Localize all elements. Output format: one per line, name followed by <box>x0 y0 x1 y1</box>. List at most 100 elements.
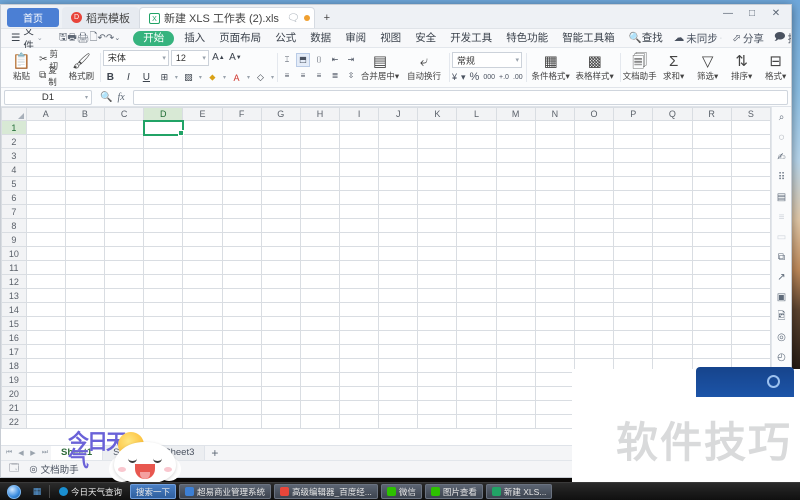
cell-E14[interactable] <box>182 302 223 317</box>
cell-C21[interactable] <box>103 400 145 415</box>
cell-N18[interactable] <box>534 358 575 373</box>
cell-K16[interactable] <box>417 330 458 345</box>
minimize-button[interactable]: — <box>717 6 739 22</box>
column-header-e[interactable]: E <box>182 107 223 121</box>
decrease-indent-icon[interactable]: ⇤ <box>328 53 342 67</box>
paste-button[interactable]: 📋 粘贴 <box>6 49 37 87</box>
cell-E21[interactable] <box>182 400 223 415</box>
cell-P15[interactable] <box>613 316 654 331</box>
menu-item-find[interactable]: 🔍查找 <box>622 30 670 47</box>
cell-M5[interactable] <box>495 176 536 191</box>
cell-N1[interactable] <box>534 120 575 135</box>
cell-A3[interactable] <box>25 148 66 163</box>
cell-S8[interactable] <box>730 218 771 233</box>
cell-N4[interactable] <box>534 162 575 177</box>
tab-xls-document[interactable]: X 新建 XLS 工作表 (2).xls 🗨 <box>139 7 315 28</box>
cell-E12[interactable] <box>182 274 223 289</box>
row-header-7[interactable]: 7 <box>1 204 27 219</box>
cell-I13[interactable] <box>339 288 380 303</box>
cell-B20[interactable] <box>64 386 105 401</box>
increase-font-size-button[interactable]: A ▲ <box>211 50 226 65</box>
column-header-k[interactable]: K <box>417 107 458 121</box>
cell-P13[interactable] <box>613 288 654 303</box>
cell-K10[interactable] <box>417 246 458 261</box>
increase-indent-icon[interactable]: ⇥ <box>344 53 358 67</box>
cell-E2[interactable] <box>182 134 223 149</box>
cell-P10[interactable] <box>613 246 654 261</box>
align-middle-icon[interactable]: ⬒ <box>295 52 310 67</box>
cell-L7[interactable] <box>456 204 497 219</box>
cell-L2[interactable] <box>456 134 497 149</box>
cell-I7[interactable] <box>339 204 380 219</box>
cell-R5[interactable] <box>691 176 732 191</box>
cell-S6[interactable] <box>730 190 771 205</box>
copy-button[interactable]: ⧉ 复制 <box>37 65 66 87</box>
cell-R4[interactable] <box>691 162 732 177</box>
maximize-button[interactable]: □ <box>741 6 763 22</box>
cell-R8[interactable] <box>691 218 732 233</box>
increase-decimal-button[interactable]: +.0 <box>499 74 509 81</box>
cell-H1[interactable] <box>299 120 341 135</box>
cell-L4[interactable] <box>456 162 497 177</box>
cell-C17[interactable] <box>103 344 145 359</box>
cell-A8[interactable] <box>25 218 66 233</box>
cell-D14[interactable] <box>143 302 184 317</box>
cell-H7[interactable] <box>299 204 341 219</box>
first-sheet-button[interactable]: ⏮ <box>3 447 15 460</box>
row-header-14[interactable]: 14 <box>1 302 27 317</box>
menu-item-developer[interactable]: 开发工具 <box>443 30 499 47</box>
cell-J6[interactable] <box>378 190 419 205</box>
cell-A9[interactable] <box>25 232 66 247</box>
cell-E1[interactable] <box>182 120 223 135</box>
currency-icon[interactable]: ¥ <box>452 72 457 82</box>
cell-F17[interactable] <box>221 344 262 359</box>
cell-I2[interactable] <box>339 134 380 149</box>
cell-F21[interactable] <box>221 400 262 415</box>
cell-K2[interactable] <box>417 134 458 149</box>
cell-K1[interactable] <box>417 120 458 135</box>
print-preview-icon[interactable]: 🖶 <box>67 30 76 46</box>
cell-G11[interactable] <box>260 260 301 275</box>
cell-L3[interactable] <box>456 148 497 163</box>
format-button[interactable]: ⊟ 格式▾ <box>759 49 791 87</box>
menu-item-special-features[interactable]: 特色功能 <box>499 30 555 47</box>
cell-C8[interactable] <box>103 218 145 233</box>
cell-C12[interactable] <box>103 274 145 289</box>
cell-B3[interactable] <box>64 148 105 163</box>
cell-P11[interactable] <box>613 260 654 275</box>
cell-G1[interactable] <box>260 120 301 135</box>
history-icon[interactable]: ◴ <box>774 351 789 364</box>
cell-B4[interactable] <box>64 162 105 177</box>
cell-M22[interactable] <box>495 414 536 429</box>
cell-H2[interactable] <box>299 134 341 149</box>
row-header-10[interactable]: 10 <box>1 246 27 261</box>
cell-N12[interactable] <box>534 274 575 289</box>
cell-I22[interactable] <box>339 414 380 429</box>
screenshot-icon[interactable]: ⧉ <box>774 251 789 264</box>
cell-J2[interactable] <box>378 134 419 149</box>
cell-L6[interactable] <box>456 190 497 205</box>
undo-icon[interactable]: ↶ <box>98 30 106 46</box>
cell-J20[interactable] <box>378 386 419 401</box>
cell-N14[interactable] <box>534 302 575 317</box>
cell-I17[interactable] <box>339 344 380 359</box>
cell-K7[interactable] <box>417 204 458 219</box>
align-left-icon[interactable]: ≡ <box>280 69 294 83</box>
cell-A10[interactable] <box>25 246 66 261</box>
cell-S9[interactable] <box>730 232 771 247</box>
cell-Q2[interactable] <box>652 134 693 149</box>
cell-G3[interactable] <box>260 148 301 163</box>
cell-C1[interactable] <box>103 120 145 135</box>
cell-F8[interactable] <box>221 218 262 233</box>
cell-D20[interactable] <box>143 386 184 401</box>
cell-M12[interactable] <box>495 274 536 289</box>
cell-M13[interactable] <box>495 288 536 303</box>
cell-O9[interactable] <box>573 232 615 247</box>
cell-E15[interactable] <box>182 316 223 331</box>
menu-item-review[interactable]: 审阅 <box>338 30 373 47</box>
cell-P2[interactable] <box>613 134 654 149</box>
row-header-12[interactable]: 12 <box>1 274 27 289</box>
column-header-g[interactable]: G <box>260 107 301 121</box>
conditional-format-button[interactable]: ▦ 条件格式▾ <box>529 49 573 87</box>
cell-S17[interactable] <box>730 344 771 359</box>
